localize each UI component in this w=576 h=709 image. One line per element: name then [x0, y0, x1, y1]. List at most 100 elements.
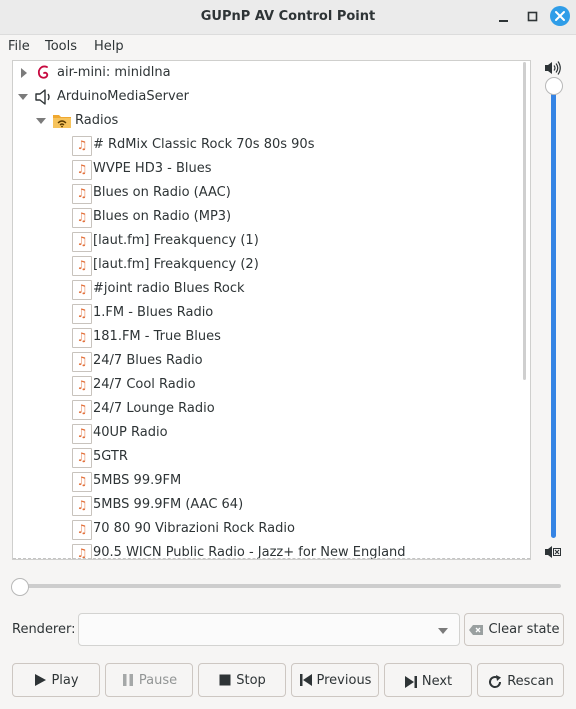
tree-row-radio[interactable]: ♫ 5GTR: [13, 445, 523, 469]
volume-slider-handle[interactable]: [545, 77, 563, 95]
radio-label: 24/7 Lounge Radio: [93, 401, 215, 416]
expander-expanded-icon[interactable]: [35, 115, 47, 127]
audio-file-icon: ♫: [72, 328, 92, 348]
radio-label: WVPE HD3 - Blues: [93, 161, 212, 176]
radio-label: 70 80 90 Vibrazioni Rock Radio: [93, 521, 295, 536]
previous-label: Previous: [316, 672, 372, 688]
audio-file-icon: ♫: [72, 208, 92, 228]
maximize-button[interactable]: [524, 7, 544, 27]
audio-file-icon: ♫: [72, 232, 92, 252]
radio-label: # RdMix Classic Rock 70s 80s 90s: [93, 137, 315, 152]
audio-file-icon: ♫: [72, 400, 92, 420]
tree-row-folder[interactable]: Radios: [13, 109, 523, 133]
audio-file-icon: ♫: [72, 304, 92, 324]
backspace-icon: [469, 624, 484, 635]
radio-label: [laut.fm] Freakquency (2): [93, 257, 259, 272]
tree-row-radio[interactable]: ♫ Blues on Radio (MP3): [13, 205, 523, 229]
radio-label: #joint radio Blues Rock: [93, 281, 245, 296]
close-icon: [555, 11, 565, 21]
tree-row-radio[interactable]: ♫ # RdMix Classic Rock 70s 80s 90s: [13, 133, 523, 157]
rescan-label: Rescan: [507, 674, 554, 689]
menu-file[interactable]: File: [8, 39, 30, 54]
skip-forward-icon: [404, 675, 417, 688]
tree-row-radio[interactable]: ♫ 181.FM - True Blues: [13, 325, 523, 349]
audio-file-icon: ♫: [72, 424, 92, 444]
radio-label: 5GTR: [93, 449, 128, 464]
audio-file-icon: ♫: [72, 472, 92, 492]
window-title: GUPnP AV Control Point: [200, 9, 376, 24]
expander-collapsed-icon[interactable]: [18, 67, 30, 79]
chevron-down-icon: [438, 628, 448, 634]
close-button[interactable]: [550, 6, 570, 26]
debian-swirl-icon: [37, 65, 49, 79]
speaker-icon: [35, 89, 50, 105]
radio-label: 181.FM - True Blues: [93, 329, 221, 344]
clear-state-button[interactable]: Clear state: [464, 613, 564, 646]
tree-row-radio[interactable]: ♫ 5MBS 99.9FM (AAC 64): [13, 493, 523, 517]
audio-file-icon: ♫: [72, 520, 92, 540]
tree-row-radio[interactable]: ♫ [laut.fm] Freakquency (1): [13, 229, 523, 253]
tree-row-radio[interactable]: ♫ 5MBS 99.9FM: [13, 469, 523, 493]
play-icon: [35, 674, 47, 686]
pause-button[interactable]: Pause: [105, 663, 193, 697]
tree-row-server[interactable]: ArduinoMediaServer: [13, 85, 523, 109]
volume-slider-track[interactable]: [551, 88, 556, 538]
tree-row-radio[interactable]: ♫ 24/7 Blues Radio: [13, 349, 523, 373]
play-button[interactable]: Play: [12, 663, 100, 697]
next-button[interactable]: Next: [384, 663, 472, 697]
previous-button[interactable]: Previous: [291, 663, 379, 697]
media-tree[interactable]: air-mini: minidlna ArduinoMediaServer Ra…: [12, 60, 531, 560]
radio-label: 24/7 Cool Radio: [93, 377, 196, 392]
audio-file-icon: ♫: [72, 184, 92, 204]
radio-label: 5MBS 99.9FM: [93, 473, 182, 488]
radio-label: 5MBS 99.9FM (AAC 64): [93, 497, 244, 512]
pause-icon: [122, 674, 133, 686]
radio-label: 24/7 Blues Radio: [93, 353, 203, 368]
seek-slider-track[interactable]: [18, 584, 561, 588]
minimize-icon: [499, 20, 508, 22]
title-bar: GUPnP AV Control Point: [0, 0, 576, 35]
seek-slider-handle[interactable]: [11, 578, 29, 596]
play-label: Play: [51, 672, 79, 688]
radio-label: 1.FM - Blues Radio: [93, 305, 214, 320]
minimize-button[interactable]: [494, 7, 514, 27]
radio-label: 40UP Radio: [93, 425, 168, 440]
volume-high-icon: [545, 61, 561, 75]
tree-row-radio[interactable]: ♫ #joint radio Blues Rock: [13, 277, 523, 301]
tree-scrollbar[interactable]: [523, 62, 526, 380]
tree-row-radio[interactable]: ♫ WVPE HD3 - Blues: [13, 157, 523, 181]
audio-file-icon: ♫: [72, 496, 92, 516]
renderer-label: Renderer:: [12, 622, 76, 637]
audio-file-icon: ♫: [72, 376, 92, 396]
stop-label: Stop: [236, 672, 266, 688]
refresh-icon: [489, 674, 502, 688]
tree-row-radio[interactable]: ♫ Blues on Radio (AAC): [13, 181, 523, 205]
volume-muted-icon: [545, 546, 561, 558]
renderer-select[interactable]: [78, 613, 460, 646]
radio-label: Blues on Radio (AAC): [93, 185, 231, 200]
audio-file-icon: ♫: [72, 280, 92, 300]
tree-row-radio[interactable]: ♫ 40UP Radio: [13, 421, 523, 445]
rescan-button[interactable]: Rescan: [477, 663, 564, 697]
menu-tools[interactable]: Tools: [45, 39, 77, 54]
stop-icon: [219, 674, 231, 686]
menu-help[interactable]: Help: [94, 39, 124, 54]
audio-file-icon: ♫: [72, 352, 92, 372]
tree-row-radio[interactable]: ♫ 24/7 Lounge Radio: [13, 397, 523, 421]
radio-label: [laut.fm] Freakquency (1): [93, 233, 259, 248]
tree-row-radio[interactable]: ♫ [laut.fm] Freakquency (2): [13, 253, 523, 277]
menu-bar: File Tools Help: [0, 34, 576, 58]
stop-button[interactable]: Stop: [198, 663, 286, 697]
audio-file-icon: ♫: [72, 256, 92, 276]
tree-row-radio[interactable]: ♫ 70 80 90 Vibrazioni Rock Radio: [13, 517, 523, 541]
expander-expanded-icon[interactable]: [17, 91, 29, 103]
tree-bottom-border: [13, 558, 530, 559]
tree-row-server[interactable]: air-mini: minidlna: [13, 61, 523, 85]
radio-label: Blues on Radio (MP3): [93, 209, 232, 224]
audio-file-icon: ♫: [72, 136, 92, 156]
pause-label: Pause: [138, 672, 178, 688]
tree-row-radio[interactable]: ♫ 1.FM - Blues Radio: [13, 301, 523, 325]
tree-row-radio[interactable]: ♫ 24/7 Cool Radio: [13, 373, 523, 397]
folder-label: Radios: [75, 113, 119, 128]
audio-file-icon: ♫: [72, 160, 92, 180]
